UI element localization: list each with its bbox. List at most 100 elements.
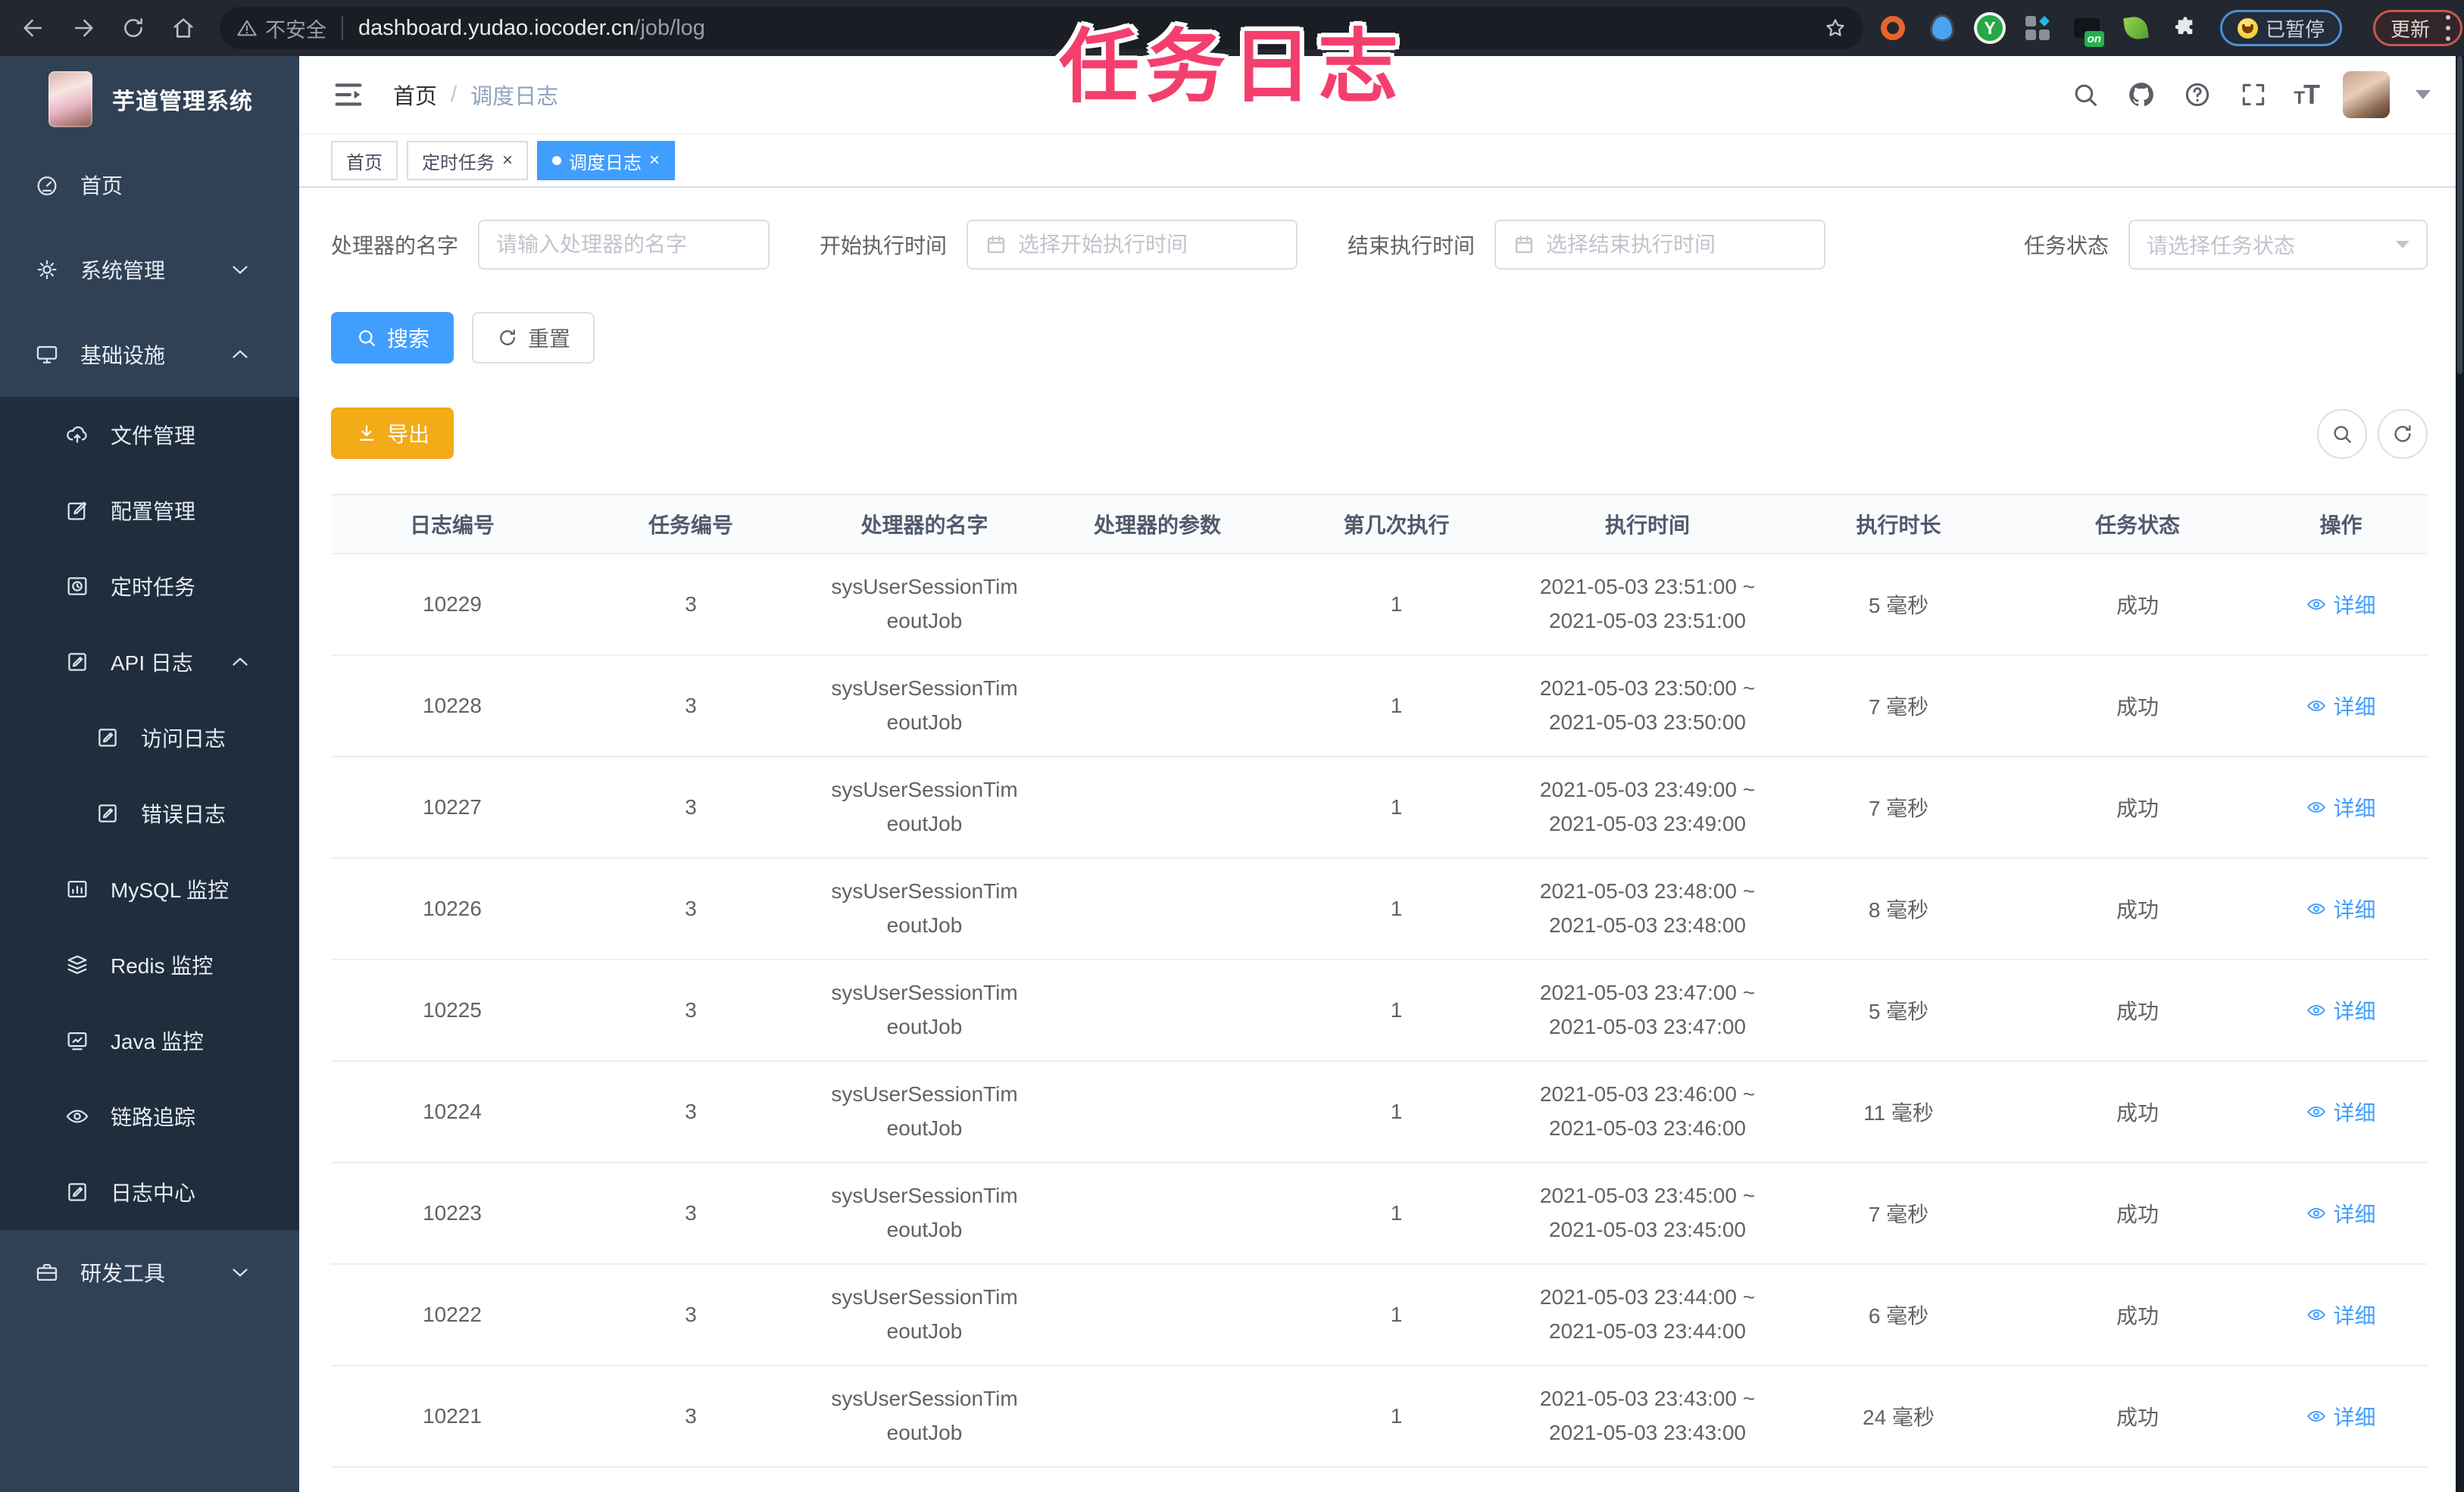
dashboard-icon [33,171,61,198]
cell-execute-index: 1 [1274,1163,1519,1265]
detail-link[interactable]: 详细 [2306,1097,2376,1127]
avatar-caret-icon[interactable] [2416,90,2431,99]
detail-link[interactable]: 详细 [2306,589,2376,620]
extensions-puzzle-icon[interactable] [2171,14,2200,42]
cell-handler-param [1041,1366,1274,1468]
breadcrumb-current: 调度日志 [470,85,559,109]
sidebar-item-Java-监控[interactable]: Java 监控 [0,1003,299,1078]
navbar-actions: TT [2069,71,2431,118]
browser-back-button[interactable] [17,11,50,45]
export-button[interactable]: 导出 [331,407,454,459]
browser-update-button[interactable]: 更新 [2373,10,2463,46]
sidebar-item-链路追踪[interactable]: 链路追踪 [0,1078,299,1154]
handler-name-input[interactable] [496,233,752,257]
extension-leaf-icon[interactable] [2122,14,2150,42]
font-size-icon[interactable]: TT [2294,79,2320,111]
document-edit-icon [64,1178,91,1206]
cell-duration: 7 毫秒 [1776,1163,2021,1265]
sidebar-item-文件管理[interactable]: 文件管理 [0,397,299,473]
fullscreen-icon[interactable] [2238,79,2269,111]
extension-adblock-icon[interactable] [1878,14,1907,42]
help-icon[interactable] [2181,79,2213,111]
tab-定时任务[interactable]: 定时任务 × [407,141,529,180]
view-eye-icon [2307,903,2326,914]
refresh-table-button[interactable] [2378,409,2428,459]
tab-close-icon[interactable]: × [502,151,513,170]
browser-forward-button[interactable] [67,11,100,45]
column-header-处理器的名字: 处理器的名字 [808,494,1041,554]
cell-job-id: 3 [573,960,808,1062]
detail-link[interactable]: 详细 [2306,1198,2376,1228]
detail-link[interactable]: 详细 [2306,995,2376,1025]
view-eye-icon [2307,1410,2326,1422]
sidebar-item-MySQL-监控[interactable]: MySQL 监控 [0,851,299,927]
extension-drop-icon[interactable] [1928,14,1957,42]
tab-调度日志[interactable]: 调度日志 × [537,141,676,180]
extension-y-icon[interactable]: Y [1977,15,2003,41]
sidebar-logo[interactable]: 芋道管理系统 [0,56,299,142]
tab-close-icon[interactable]: × [649,151,660,170]
sidebar-item-Redis-监控[interactable]: Redis 监控 [0,927,299,1003]
sidebar-item-基础设施[interactable]: 基础设施 [0,312,299,397]
cell-log-id: 10221 [331,1366,573,1468]
header-search-icon[interactable] [2069,79,2101,111]
page-scrollbar[interactable] [2456,56,2464,1492]
sidebar-item-首页[interactable]: 首页 [0,142,299,227]
cloud-upload-icon [64,421,91,448]
bookmark-star-icon[interactable] [1824,17,1847,39]
avatar[interactable] [2343,71,2390,118]
detail-link[interactable]: 详细 [2306,792,2376,822]
export-button-label: 导出 [387,423,430,446]
calendar-icon [1513,233,1535,256]
sidebar-item-配置管理[interactable]: 配置管理 [0,473,299,548]
sidebar-item-错误日志[interactable]: 错误日志 [0,776,299,851]
cell-status: 成功 [2021,858,2254,960]
hamburger-icon[interactable] [331,77,366,112]
begin-time-input[interactable] [1018,233,1280,257]
active-tab-dot [552,156,562,165]
sidebar-item-日志中心[interactable]: 日志中心 [0,1154,299,1230]
reset-button[interactable]: 重置 [472,312,595,364]
cell-log-id: 10224 [331,1061,573,1163]
breadcrumb-home-link[interactable]: 首页 [393,79,437,111]
sidebar-item-研发工具[interactable]: 研发工具 [0,1230,299,1315]
cell-execute-index: 1 [1274,1467,1519,1492]
calendar-icon [985,233,1007,256]
browser-menu-kebab-icon[interactable] [2445,15,2451,41]
not-secure-indicator[interactable]: 不安全 [236,14,326,43]
extension-grid-icon[interactable] [2023,14,2052,42]
sidebar-item-系统管理[interactable]: 系统管理 [0,227,299,312]
cell-status: 成功 [2021,1163,2254,1265]
cell-execute-time: 2021-05-03 23:48:00 ~2021-05-03 23:48:00 [1519,858,1776,960]
sidebar-item-定时任务[interactable]: 定时任务 [0,548,299,624]
detail-link-label: 详细 [2333,1100,2376,1125]
sidebar-menu: 首页 系统管理 基础设施文件管理配置管理 定时任务 API 日志 访问日志 错误日志 MySQ… [0,142,299,1315]
extension-on-switch-icon[interactable] [2072,14,2101,42]
sidebar-item-label: 文件管理 [111,424,196,448]
github-icon[interactable] [2125,79,2157,111]
content: 处理器的名字 开始执行时间 结束执行时间 [299,188,2464,1492]
monitor-icon [33,341,61,368]
address-bar[interactable]: 不安全 dashboard.yudao.iocoder.cn/job/log [220,7,1863,49]
tab-首页[interactable]: 首页 [331,141,398,180]
detail-link[interactable]: 详细 [2306,894,2376,924]
status-select[interactable]: 请选择任务状态 [2128,220,2428,270]
browser-home-button[interactable] [167,11,200,45]
toggle-search-button[interactable] [2317,409,2367,459]
table-row: 10221 3 sysUserSessionTimeoutJob 1 2021-05-0… [331,1366,2428,1468]
detail-link[interactable]: 详细 [2306,1300,2376,1330]
chevron-icon [226,648,254,676]
end-time-input[interactable] [1546,233,1808,257]
cell-operation: 详细 [2254,757,2428,859]
detail-link[interactable]: 详细 [2306,1401,2376,1431]
paused-extension-badge[interactable]: 已暂停 [2220,10,2343,46]
filter-end-time: 结束执行时间 [1348,220,1826,270]
browser-reload-button[interactable] [117,11,150,45]
search-button[interactable]: 搜索 [331,312,454,364]
sidebar-item-访问日志[interactable]: 访问日志 [0,700,299,776]
reset-button-label: 重置 [528,327,571,351]
detail-link-label: 详细 [2333,999,2376,1023]
view-eye-icon [2307,598,2326,610]
detail-link[interactable]: 详细 [2306,691,2376,721]
sidebar-item-API-日志[interactable]: API 日志 [0,624,299,700]
